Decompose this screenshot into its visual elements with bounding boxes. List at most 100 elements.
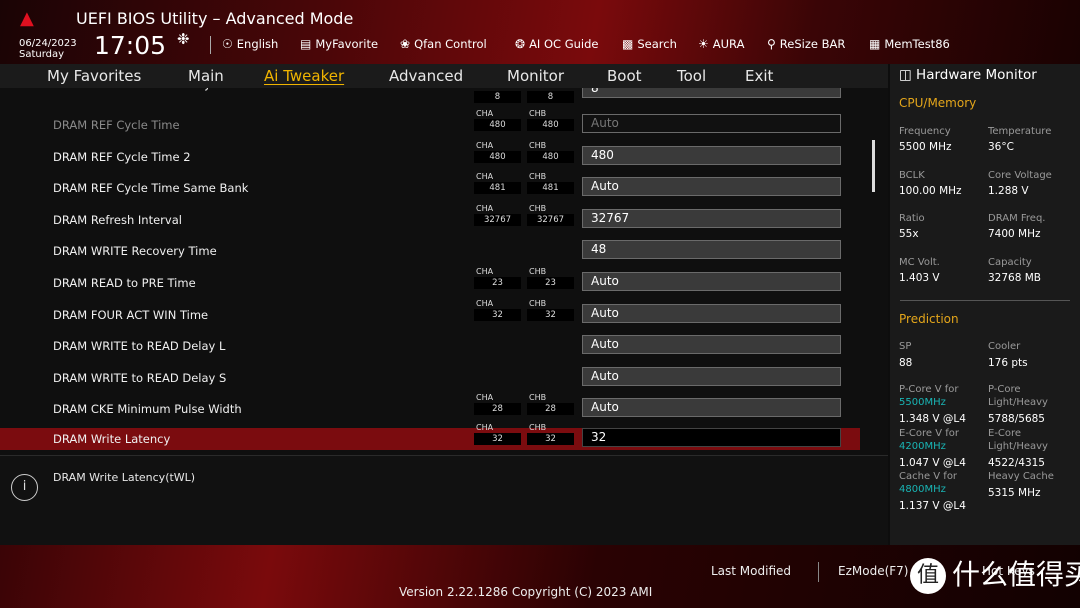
title-text: Hardware Monitor — [916, 67, 1037, 83]
clock: 17:05 — [94, 31, 167, 60]
setting-row[interactable]: DRAM RAS# to RAS# Delay S888 — [0, 88, 860, 107]
last-modified-button[interactable]: Last Modified — [711, 564, 791, 578]
setting-row[interactable]: DRAM CKE Minimum Pulse Width CHA 28 CHB 28 Au… — [0, 393, 860, 422]
tab-exit[interactable]: Exit — [745, 67, 773, 85]
tool-label: MyFavorite — [315, 37, 379, 51]
memtest-button[interactable]: ▦ MemTest86 — [869, 37, 950, 51]
cha-value: 32767 — [474, 214, 521, 226]
hw-value: 36°C — [988, 141, 1014, 153]
setting-row[interactable]: DRAM READ to PRE Time CHA 23 CHB 23 Auto — [0, 267, 860, 296]
setting-value-input[interactable]: 48 — [582, 240, 841, 259]
hw-label: MC Volt. — [899, 256, 940, 268]
hw-value: 1.403 V — [899, 271, 940, 284]
qfan-control-button[interactable]: ❀ Qfan Control — [400, 37, 487, 51]
gear-icon[interactable]: ❉ — [177, 30, 190, 48]
setting-label: DRAM Write Latency — [53, 432, 171, 446]
tab-my-favorites[interactable]: My Favorites — [47, 67, 141, 85]
favorite-icon: ▤ — [300, 37, 312, 51]
help-panel: i DRAM Write Latency(tWL) — [0, 455, 888, 545]
version-text: Version 2.22.1286 Copyright (C) 2023 AMI — [399, 585, 653, 599]
sp-value: 88 — [899, 357, 913, 369]
setting-value-input[interactable]: Auto — [582, 177, 841, 196]
chb-label: CHB — [529, 109, 547, 118]
myfavorite-button[interactable]: ▤ MyFavorite — [300, 37, 378, 51]
ecore-freq: 4200MHz — [899, 441, 946, 452]
setting-value-input[interactable]: Auto — [582, 335, 841, 354]
setting-row[interactable]: DRAM Write Latency CHA 32 CHB 32 32 — [0, 423, 860, 450]
setting-value-input[interactable]: Auto — [582, 272, 841, 291]
hw-label: Temperature — [988, 126, 1052, 137]
setting-value-input[interactable]: 480 — [582, 146, 841, 165]
chb-label: CHB — [529, 172, 547, 181]
ecore-voltage: 1.047 V @L4 — [899, 457, 966, 469]
hw-value: 100.00 MHz — [899, 184, 962, 197]
channel-a-readout: CHA 32 — [474, 423, 521, 445]
resize-bar-icon: ⚲ — [767, 37, 776, 51]
cha-label: CHA — [476, 172, 494, 181]
setting-value-input[interactable]: 32 — [582, 428, 841, 447]
setting-label: DRAM FOUR ACT WIN Time — [53, 308, 209, 322]
language-button[interactable]: ☉ English — [222, 37, 278, 51]
tab-advanced[interactable]: Advanced — [389, 67, 463, 85]
aura-button[interactable]: ☀ AURA — [698, 37, 744, 51]
tab-boot[interactable]: Boot — [607, 67, 642, 85]
setting-label: DRAM REF Cycle Time — [53, 118, 180, 132]
channel-a-readout: CHA 28 — [474, 393, 521, 415]
cache-freq: 4800MHz — [899, 484, 946, 495]
setting-label: DRAM Refresh Interval — [53, 213, 182, 227]
search-button[interactable]: ▩ Search — [622, 37, 677, 51]
header: ▲ UEFI BIOS Utility – Advanced Mode 06/2… — [0, 0, 1080, 64]
setting-row[interactable]: DRAM WRITE to READ Delay S Auto — [0, 367, 860, 391]
cooler-label: Cooler — [988, 341, 1021, 352]
cha-value: 480 — [474, 119, 521, 131]
day-text: Saturday — [19, 49, 65, 60]
setting-row[interactable]: DRAM WRITE Recovery Time 48 — [0, 240, 860, 264]
cha-label: CHA — [476, 423, 494, 432]
setting-row[interactable]: DRAM WRITE to READ Delay L Auto — [0, 335, 860, 359]
setting-row[interactable]: DRAM FOUR ACT WIN Time CHA 32 CHB 32 Auto — [0, 299, 860, 328]
setting-label: DRAM RAS# to RAS# Delay S — [53, 88, 222, 91]
setting-value-input[interactable]: Auto — [582, 398, 841, 417]
scrollbar[interactable] — [872, 140, 875, 192]
tool-label: Qfan Control — [414, 37, 487, 51]
setting-value-input[interactable]: Auto — [582, 367, 841, 386]
setting-label: DRAM READ to PRE Time — [53, 276, 196, 290]
hardware-monitor-title: ◫ Hardware Monitor — [899, 67, 1037, 83]
heavy-cache-value: 5315 MHz — [988, 487, 1041, 499]
setting-row[interactable]: DRAM REF Cycle Time Same Bank CHA 481 CHB 48… — [0, 172, 860, 201]
ecore-lh-value: 4522/4315 — [988, 457, 1045, 469]
ecore-label: E-Core V for — [899, 428, 960, 439]
setting-value-input[interactable]: Auto — [582, 304, 841, 323]
tab-monitor[interactable]: Monitor — [507, 67, 564, 85]
ai-oc-guide-button[interactable]: ❂ AI OC Guide — [515, 37, 598, 51]
chb-label: CHB — [529, 393, 547, 402]
ezmode-button[interactable]: EzMode(F7) — [838, 564, 908, 578]
help-text: DRAM Write Latency(tWL) — [53, 471, 196, 484]
chb-value: 480 — [527, 151, 574, 163]
tab-tool[interactable]: Tool — [677, 67, 706, 85]
chb-value: 28 — [527, 403, 574, 415]
channel-a-readout: CHA 481 — [474, 172, 521, 194]
chb-value: 32 — [527, 433, 574, 445]
setting-value-input[interactable]: 8 — [582, 88, 841, 98]
cha-value: 481 — [474, 182, 521, 194]
setting-row[interactable]: DRAM REF Cycle Time 2 CHA 480 CHB 480 480 — [0, 141, 860, 170]
tab-main[interactable]: Main — [188, 67, 224, 85]
setting-value-input[interactable]: 32767 — [582, 209, 841, 228]
watermark: 值什么值得买 — [910, 553, 1080, 594]
cha-label: CHA — [476, 204, 494, 213]
cha-label: CHA — [476, 141, 494, 150]
setting-row[interactable]: DRAM REF Cycle Time CHA 480 CHB 480 Auto — [0, 109, 860, 138]
resize-bar-button[interactable]: ⚲ ReSize BAR — [767, 37, 845, 51]
setting-row[interactable]: DRAM Refresh Interval CHA 32767 CHB 32767 327… — [0, 204, 860, 233]
watermark-logo-icon: 值 — [910, 558, 946, 594]
channel-b-readout: CHB 32 — [527, 423, 574, 445]
cha-value: 480 — [474, 151, 521, 163]
chb-label: CHB — [529, 141, 547, 150]
tool-label: English — [236, 37, 279, 51]
tab-ai-tweaker[interactable]: Ai Tweaker — [264, 67, 344, 85]
ai-oc-icon: ❂ — [515, 37, 526, 51]
setting-value-input[interactable]: Auto — [582, 114, 841, 133]
channel-b-readout: CHB 23 — [527, 267, 574, 289]
pcore-freq: 5500MHz — [899, 397, 946, 408]
